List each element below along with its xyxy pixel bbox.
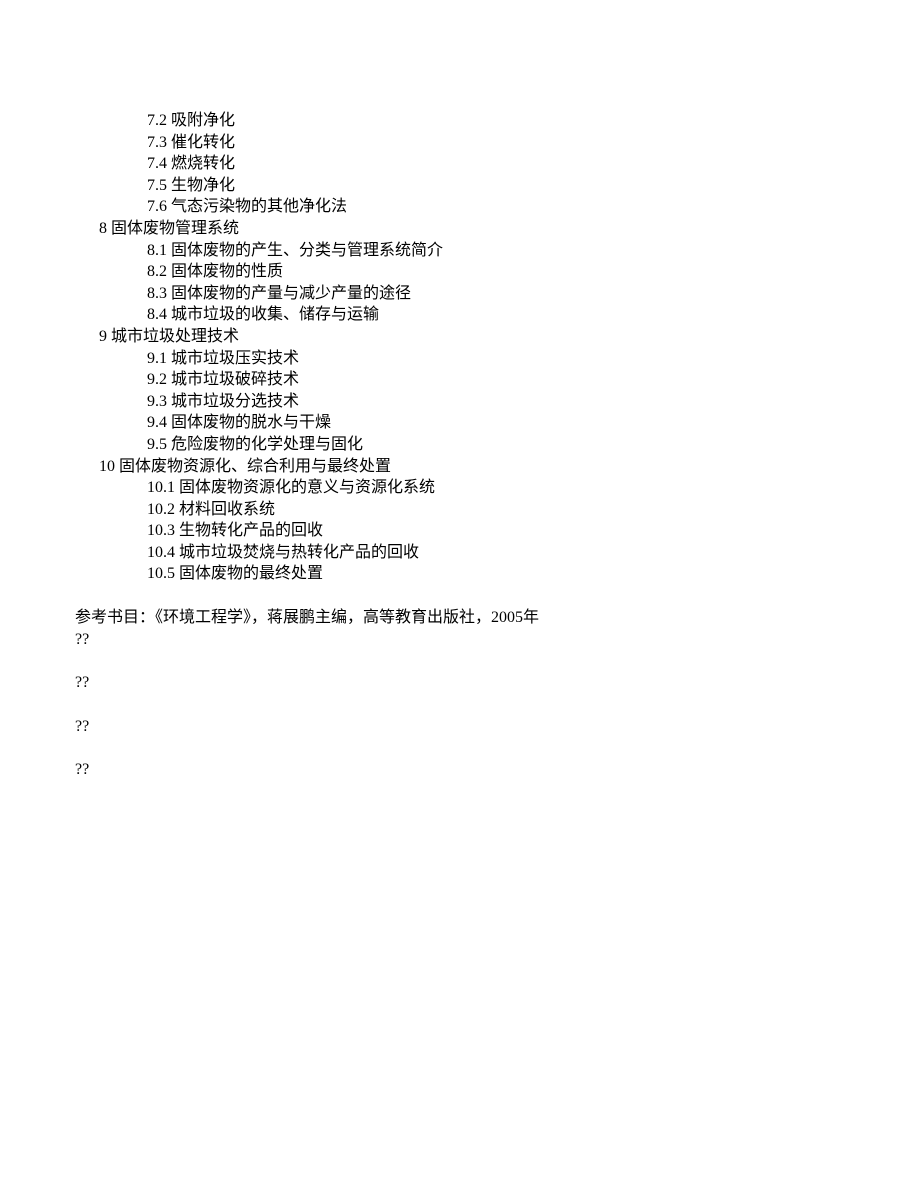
question-marks-1: ?? [75,629,845,651]
outline-item-9-1: 9.1 城市垃圾压实技术 [75,348,845,370]
outline-item-7-3: 7.3 催化转化 [75,132,845,154]
outline-item-8-1: 8.1 固体废物的产生、分类与管理系统简介 [75,240,845,262]
outline-item-10-5: 10.5 固体废物的最终处置 [75,563,845,585]
outline-item-7-6: 7.6 气态污染物的其他净化法 [75,196,845,218]
outline-item-9-4: 9.4 固体废物的脱水与干燥 [75,412,845,434]
section-heading-10: 10 固体废物资源化、综合利用与最终处置 [75,456,845,478]
outline-item-8-3: 8.3 固体废物的产量与减少产量的途径 [75,283,845,305]
outline-item-10-3: 10.3 生物转化产品的回收 [75,520,845,542]
outline-item-9-3: 9.3 城市垃圾分选技术 [75,391,845,413]
outline-item-9-5: 9.5 危险废物的化学处理与固化 [75,434,845,456]
section-heading-9: 9 城市垃圾处理技术 [75,326,845,348]
outline-item-9-2: 9.2 城市垃圾破碎技术 [75,369,845,391]
question-marks-3: ?? [75,716,845,738]
outline-item-10-1: 10.1 固体废物资源化的意义与资源化系统 [75,477,845,499]
outline-item-7-5: 7.5 生物净化 [75,175,845,197]
outline-item-10-4: 10.4 城市垃圾焚烧与热转化产品的回收 [75,542,845,564]
question-marks-4: ?? [75,759,845,781]
outline-item-8-2: 8.2 固体废物的性质 [75,261,845,283]
outline-item-7-2: 7.2 吸附净化 [75,110,845,132]
outline-item-10-2: 10.2 材料回收系统 [75,499,845,521]
question-marks-2: ?? [75,672,845,694]
outline-item-7-4: 7.4 燃烧转化 [75,153,845,175]
outline-item-8-4: 8.4 城市垃圾的收集、储存与运输 [75,304,845,326]
section-heading-8: 8 固体废物管理系统 [75,218,845,240]
reference-text: 参考书目：《环境工程学》，蒋展鹏主编，高等教育出版社，2005年 [75,607,845,629]
